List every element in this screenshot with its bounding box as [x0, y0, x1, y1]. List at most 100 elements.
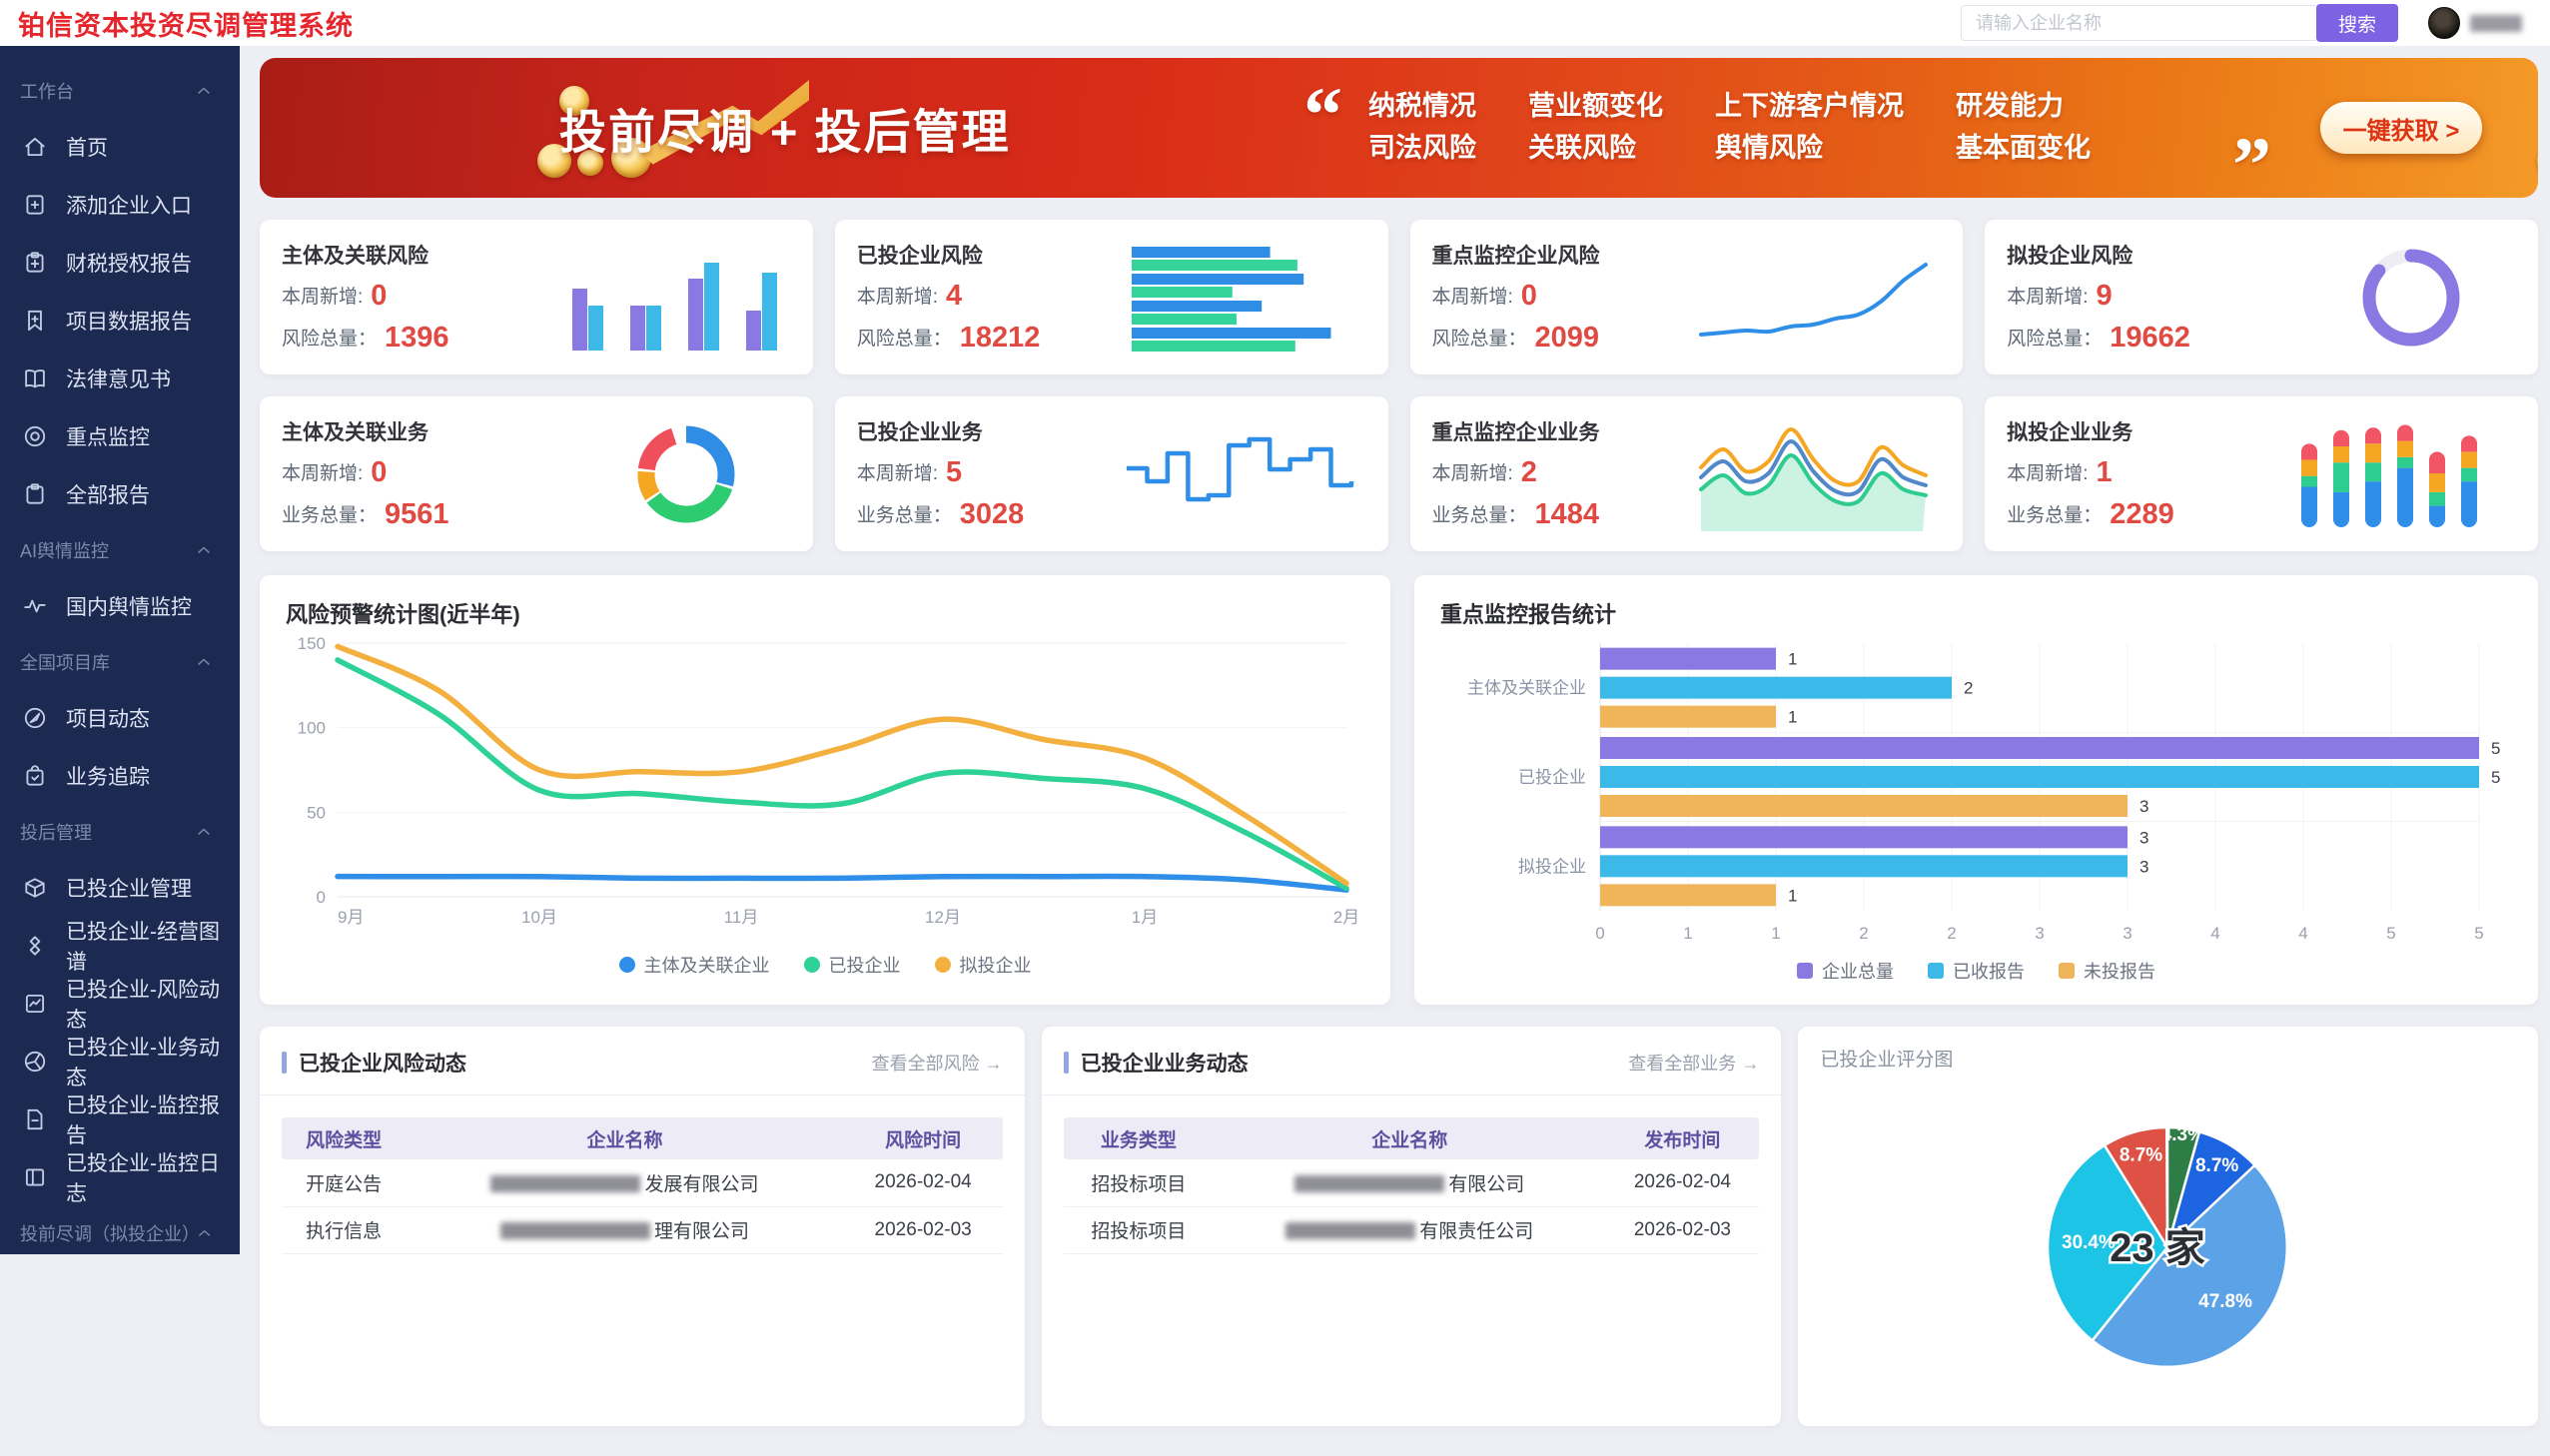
svg-text:3: 3 [2035, 924, 2044, 943]
sidebar-item-label: 已投企业-监控日志 [66, 1147, 240, 1207]
sidebar-item-项目数据报告[interactable]: 项目数据报告 [0, 292, 240, 350]
svg-text:0: 0 [317, 888, 326, 907]
invested-score-pie-chart: 4.3%8.7%47.8%30.4%8.7%23 家 [1820, 1072, 2509, 1451]
search-button[interactable]: 搜索 [2316, 4, 2398, 42]
stat-card-text: 主体及关联业务本周新增:0业务总量：9561 [282, 416, 449, 531]
stat-card-已投企业风险[interactable]: 已投企业风险本周新增:4风险总量：18212 [835, 220, 1388, 374]
panel-divider [260, 1094, 1025, 1095]
stat-card-new-row: 本周新增:4 [857, 280, 1041, 313]
avatar[interactable] [2428, 7, 2460, 39]
sidebar-item-已投企业-风险动态[interactable]: 已投企业-风险动态 [0, 975, 240, 1033]
sidebar-item-财税授权报告[interactable]: 财税授权报告 [0, 234, 240, 292]
sidebar-group-label: AI舆情监控 [20, 537, 109, 563]
stat-card-text: 主体及关联风险本周新增:0风险总量：1396 [282, 240, 449, 355]
sidebar-item-label: 已投企业-监控报告 [66, 1090, 240, 1149]
invested-score-title: 已投企业评分图 [1820, 1045, 2516, 1072]
svg-text:47.8%: 47.8% [2198, 1291, 2252, 1312]
sidebar-item-法律意见书[interactable]: 法律意见书 [0, 350, 240, 407]
risk-trend-panel: 风险预警统计图(近半年) 0501001509月10月11月12月1月2月 主体… [260, 575, 1390, 1005]
sidebar-item-已投企业-业务动态[interactable]: 已投企业-业务动态 [0, 1033, 240, 1091]
banner-cta-button[interactable]: 一键获取 > [2320, 102, 2482, 154]
charts-row: 风险预警统计图(近半年) 0501001509月10月11月12月1月2月 主体… [260, 575, 2538, 1005]
sidebar-group-2[interactable]: 全国项目库 [0, 635, 240, 689]
stat-card-text: 重点监控企业业务本周新增:2业务总量：1484 [1432, 416, 1600, 531]
stat-card-重点监控企业业务[interactable]: 重点监控企业业务本周新增:2业务总量：1484 [1410, 396, 1964, 551]
sidebar-item-添加企业入口[interactable]: 添加企业入口 [0, 176, 240, 234]
risk-dyn-view-all-link[interactable]: 查看全部风险 → [872, 1050, 1003, 1076]
sidebar-item-已投企业-监控日志[interactable]: 已投企业-监控日志 [0, 1148, 240, 1206]
stat-card-主体及关联风险[interactable]: 主体及关联风险本周新增:0风险总量：1396 [260, 220, 813, 374]
promo-banner: 投前尽调 + 投后管理 “ 纳税情况司法风险营业额变化关联风险上下游客户情况舆情… [260, 58, 2538, 198]
sidebar-item-已投企业管理[interactable]: 已投企业管理 [0, 859, 240, 917]
stat-card-拟投企业业务[interactable]: 拟投企业业务本周新增: 1 业务总量：2289 [1985, 396, 2538, 551]
new-value: 5 [946, 456, 962, 488]
cell-company-name: 有限公司 [1214, 1159, 1605, 1206]
title-accent-bar [282, 1052, 287, 1074]
sidebar-item-已投企业-经营图谱[interactable]: 已投企业-经营图谱 [0, 917, 240, 975]
new-value: 1 [2097, 456, 2113, 488]
cell-company-name: 发展有限公司 [406, 1159, 843, 1206]
sidebar-group-0[interactable]: 工作台 [0, 64, 240, 118]
sidebar-group-1[interactable]: AI舆情监控 [0, 523, 240, 577]
table-header-row: 风险类型企业名称风险时间 [282, 1117, 1003, 1159]
total-label: 风险总量： [2007, 329, 2102, 350]
sidebar-item-全部报告[interactable]: 全部报告 [0, 465, 240, 523]
legend-item-已投企业[interactable]: 已投企业 [804, 952, 901, 978]
sidebar-item-项目动态[interactable]: 项目动态 [0, 689, 240, 747]
biz-dyn-view-all-link[interactable]: 查看全部业务 → [1628, 1050, 1759, 1076]
sidebar-item-首页[interactable]: 首页 [0, 118, 240, 176]
panel-icon [22, 1164, 48, 1190]
chevron-up-icon [194, 540, 214, 560]
sidebar-item-重点监控[interactable]: 重点监控 [0, 407, 240, 465]
legend-item-已收报告[interactable]: 已收报告 [1928, 958, 2025, 984]
sidebar-group-4[interactable]: 投前尽调（拟投企业） [0, 1206, 240, 1260]
total-label: 业务总量： [1432, 505, 1527, 526]
monitor-report-panel: 重点监控报告统计 01122334455主体及关联企业121已投企业553拟投企… [1414, 575, 2538, 1005]
app-title: 铂信资本投资尽调管理系统 [18, 4, 354, 43]
stat-card-total-row: 业务总量：2289 [2007, 498, 2174, 531]
svg-text:2: 2 [1947, 924, 1956, 943]
stat-card-total-row: 风险总量：1396 [282, 322, 449, 355]
cell-time: 2026-02-03 [844, 1206, 1003, 1253]
total-value: 1484 [1535, 498, 1600, 530]
svg-text:1月: 1月 [1132, 908, 1158, 927]
stat-card-主体及关联业务[interactable]: 主体及关联业务本周新增:0业务总量：9561 [260, 396, 813, 551]
sidebar-item-业务追踪[interactable]: 业务追踪 [0, 747, 240, 805]
sidebar-item-label: 已投企业管理 [66, 873, 192, 903]
table-row[interactable]: 招投标项目有限公司2026-02-04 [1064, 1159, 1760, 1206]
stat-card-已投企业业务[interactable]: 已投企业业务本周新增:5业务总量：3028 [835, 396, 1388, 551]
sidebar-group-3[interactable]: 投后管理 [0, 805, 240, 859]
stat-card-title: 拟投企业业务 [2007, 416, 2174, 446]
pulse-icon [22, 593, 48, 619]
legend-dot-icon [935, 957, 951, 973]
stat-card-title: 重点监控企业业务 [1432, 416, 1600, 446]
stat-card-拟投企业风险[interactable]: 拟投企业风险本周新增:9风险总量：19662 [1985, 220, 2538, 374]
stat-card-重点监控企业风险[interactable]: 重点监控企业风险本周新增:0风险总量：2099 [1410, 220, 1964, 374]
stat-card-text: 拟投企业业务本周新增: 1 业务总量：2289 [2007, 416, 2174, 531]
chevron-up-icon [194, 822, 214, 842]
legend-item-企业总量[interactable]: 企业总量 [1797, 958, 1894, 984]
biz-dyn-header: 已投企业业务动态查看全部业务 → [1064, 1045, 1760, 1081]
chevron-up-icon [194, 652, 214, 672]
legend-item-未投报告[interactable]: 未投报告 [2059, 958, 2155, 984]
total-value: 2099 [1535, 322, 1600, 354]
legend-item-拟投企业[interactable]: 拟投企业 [935, 952, 1032, 978]
new-label: 本周新增: [2007, 463, 2088, 484]
search-input[interactable] [1961, 5, 2316, 41]
total-label: 风险总量： [282, 329, 377, 350]
banner-feature-col-0: 纳税情况司法风险 [1368, 86, 1476, 170]
table-row[interactable]: 招投标项目有限责任公司2026-02-03 [1064, 1206, 1760, 1253]
sidebar-item-已投企业-监控报告[interactable]: 已投企业-监控报告 [0, 1091, 240, 1148]
clipboard-plus-icon [22, 250, 48, 276]
sidebar-item-国内舆情监控[interactable]: 国内舆情监控 [0, 577, 240, 635]
chevron-up-icon [194, 81, 214, 101]
legend-item-主体及关联企业[interactable]: 主体及关联企业 [619, 952, 770, 978]
table-row[interactable]: 开庭公告发展有限公司2026-02-04 [282, 1159, 1003, 1206]
stat-card-total-row: 业务总量：3028 [857, 498, 1025, 531]
table-row[interactable]: 执行信息理有限公司2026-02-03 [282, 1206, 1003, 1253]
chart-doc-icon [22, 991, 48, 1017]
svg-text:11月: 11月 [724, 908, 759, 927]
svg-text:主体及关联企业: 主体及关联企业 [1467, 679, 1586, 698]
quote-open-icon: “ [1303, 76, 1342, 154]
legend-square-icon [2059, 963, 2075, 979]
